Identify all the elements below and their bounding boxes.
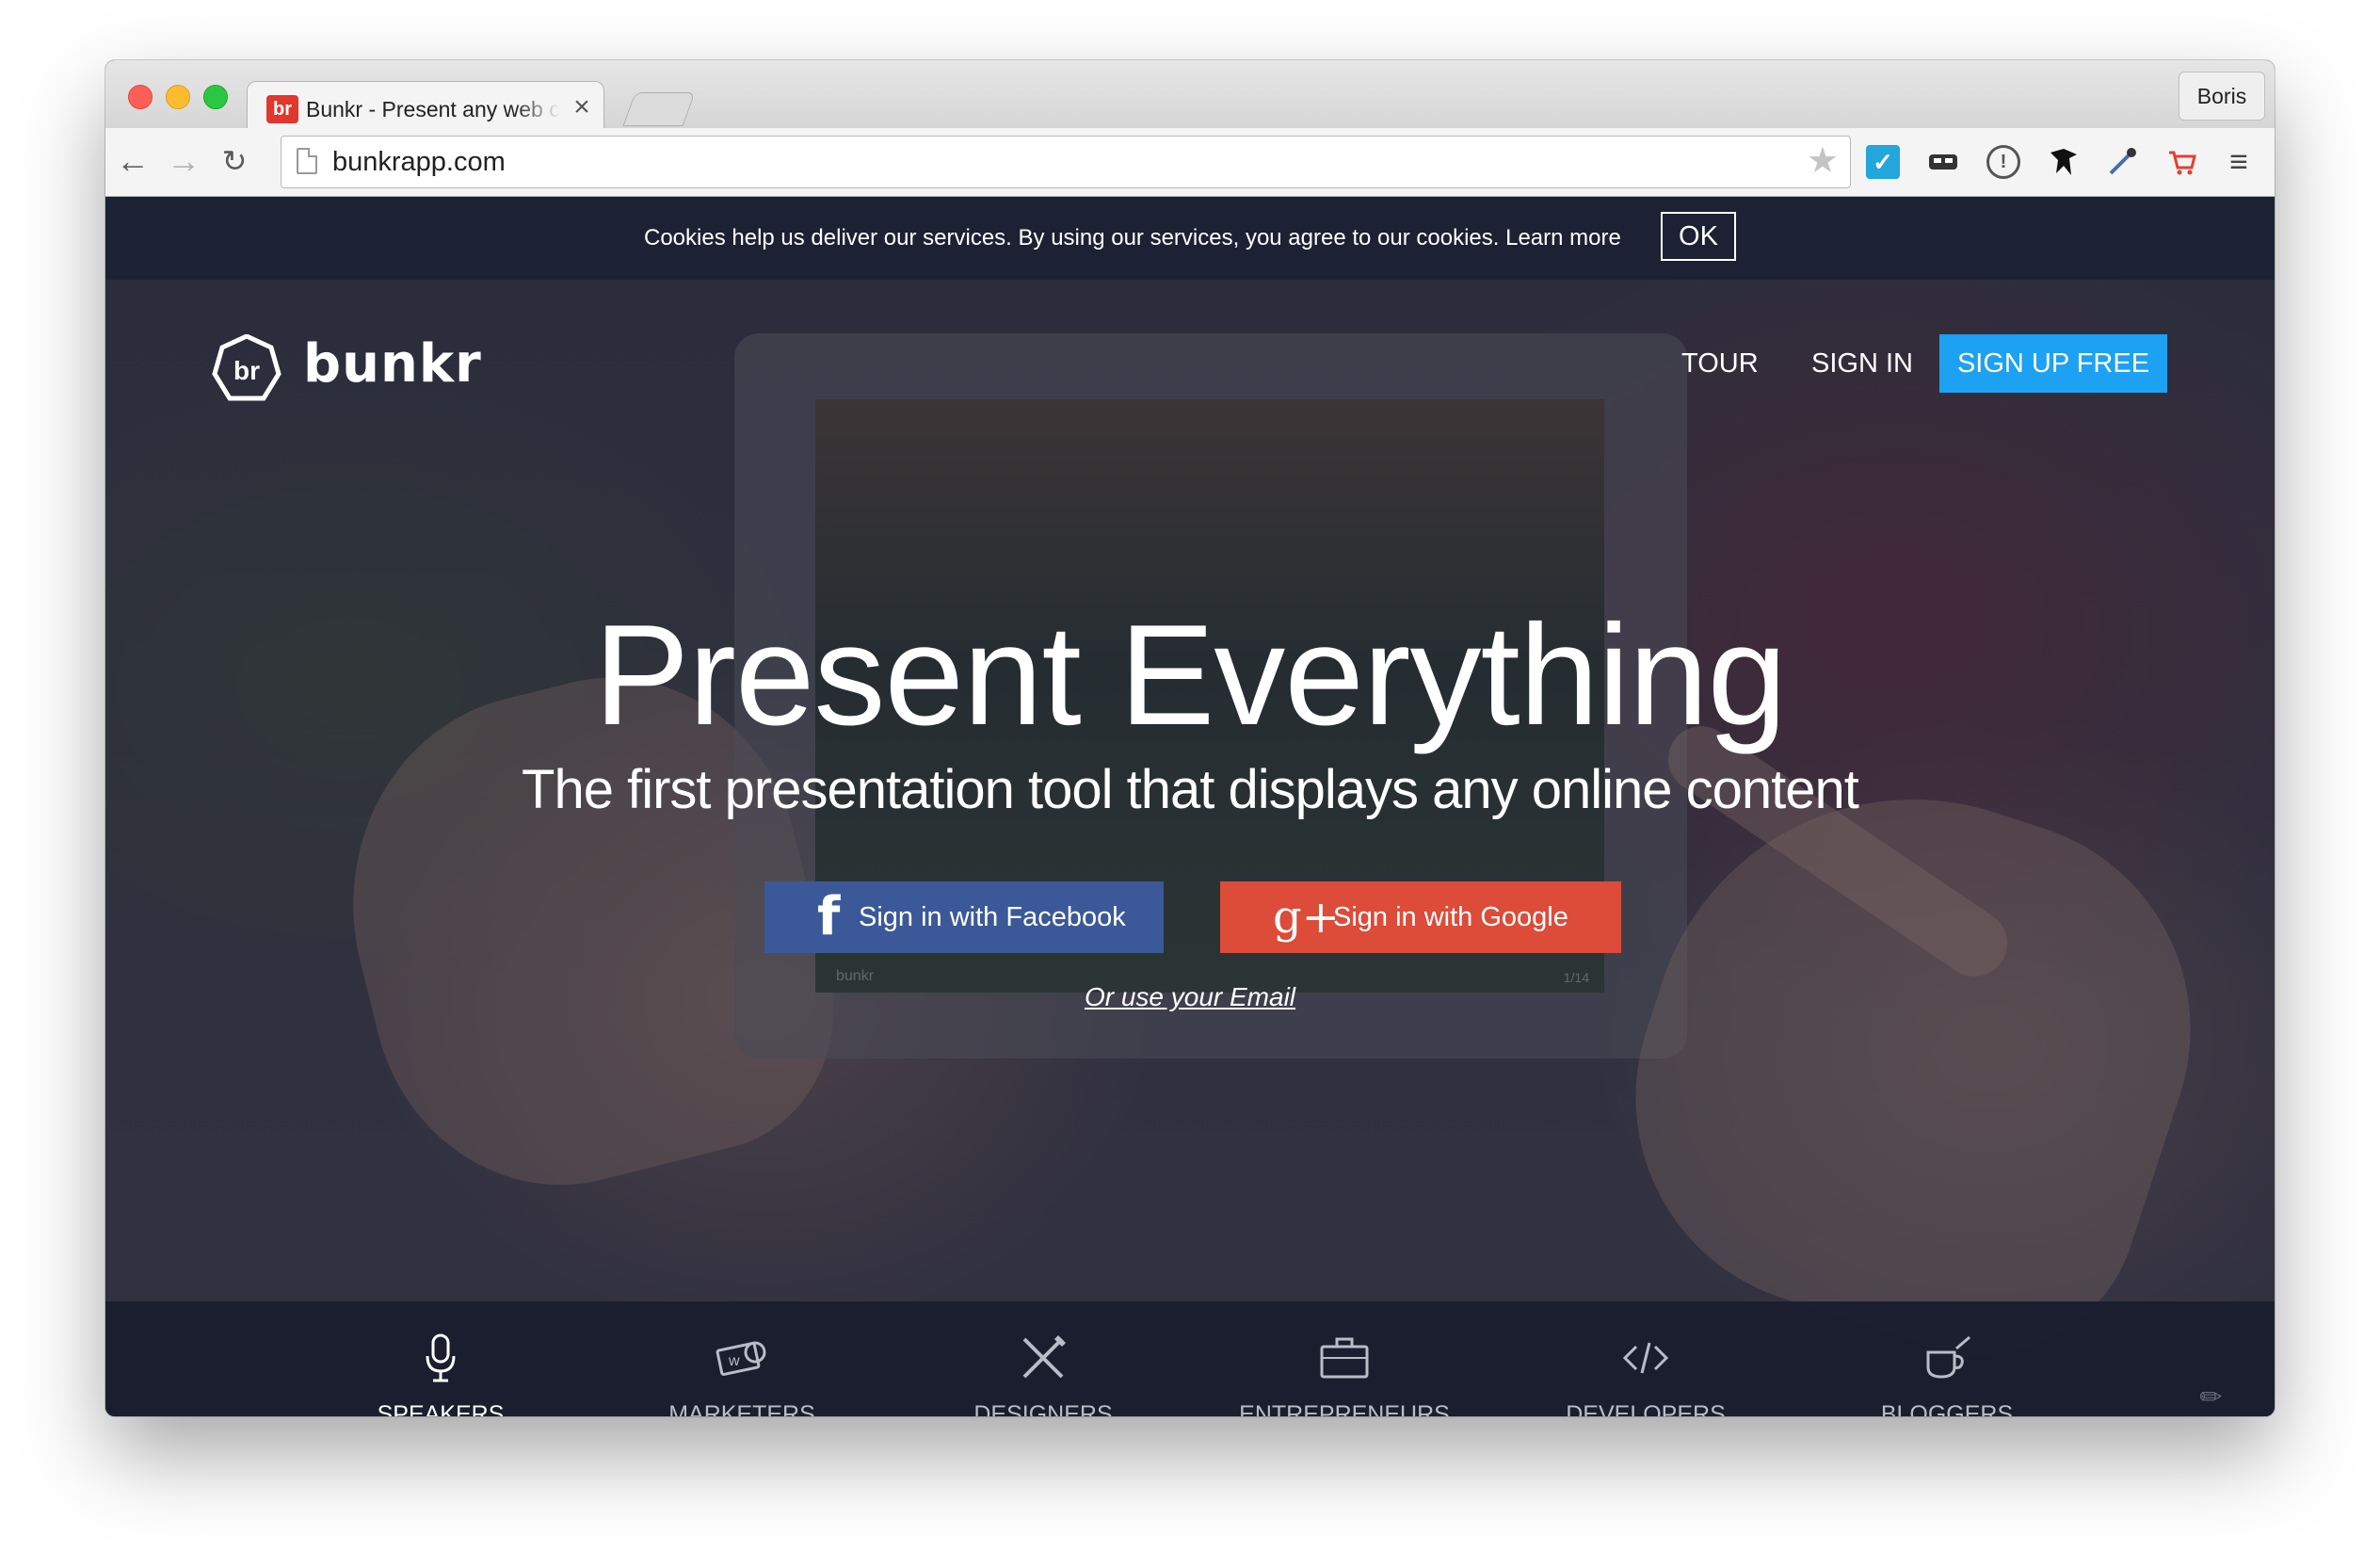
audience-label: SPEAKERS [377, 1401, 505, 1416]
minimize-window-button[interactable] [166, 85, 190, 109]
cart-extension-icon[interactable] [2165, 145, 2199, 179]
audience-label: MARKETERS [668, 1401, 815, 1416]
bunkr-landing-page: bunkr 1/14 Cookies help us deliver our s… [105, 197, 2275, 1416]
close-tab-icon[interactable]: × [568, 91, 596, 123]
zoom-window-button[interactable] [203, 85, 228, 109]
back-arrow-icon[interactable]: ← [111, 139, 154, 183]
audience-marketers[interactable]: w MARKETERS [624, 1330, 860, 1416]
bookmark-star-icon[interactable]: ★ [1807, 142, 1839, 180]
code-icon [1622, 1342, 1669, 1374]
reload-icon[interactable]: ↻ [213, 139, 256, 183]
page-icon [297, 148, 317, 174]
audience-bloggers[interactable]: BLOGGERS [1829, 1330, 2065, 1416]
eyedropper-extension-icon[interactable] [2105, 145, 2139, 179]
bunkr-favicon-icon: br [266, 95, 298, 123]
bunkr-logo-icon[interactable]: br [211, 334, 282, 406]
audience-designers[interactable]: DESIGNERS [925, 1330, 1161, 1416]
audience-speakers[interactable]: SPEAKERS [323, 1330, 558, 1416]
audience-label: ENTREPRENEURS [1239, 1401, 1450, 1416]
url-text[interactable]: bunkrapp.com [332, 144, 506, 180]
audience-label: DEVELOPERS [1566, 1401, 1726, 1416]
design-tools-icon [1022, 1335, 1066, 1379]
forward-arrow-icon[interactable]: → [162, 139, 205, 183]
hero-title: Present Everything [593, 595, 1787, 755]
hero-subtitle: The first presentation tool that display… [522, 759, 1859, 820]
google-button-label: Sign in with Google [1333, 902, 1568, 932]
browser-tab[interactable]: br Bunkr - Present any web content × [247, 81, 604, 131]
tab-title: Bunkr - Present any web content [306, 97, 560, 121]
nav-tour-link[interactable]: TOUR [1681, 332, 1759, 395]
audience-entrepreneurs[interactable]: ENTREPRENEURS [1227, 1330, 1462, 1416]
briefcase-icon [1320, 1337, 1369, 1379]
cookie-banner: Cookies help us deliver our services. By… [105, 197, 2275, 280]
ninja-extension-icon[interactable] [2047, 145, 2081, 179]
google-plus-icon: g+ [1273, 891, 1340, 944]
coffee-cup-icon [1926, 1335, 1970, 1379]
new-tab-button[interactable] [622, 92, 696, 126]
browser-toolbar: ← → ↻ bunkrapp.com ★ ✓ ! ≡ [105, 128, 2275, 197]
mask-extension-icon[interactable] [1926, 145, 1960, 179]
email-link-text[interactable]: Or use your Email [1085, 982, 1295, 1011]
profile-button[interactable]: Boris [2179, 72, 2265, 121]
one-password-extension-icon[interactable]: ! [1986, 145, 2020, 179]
svg-text:w: w [728, 1353, 740, 1369]
close-window-button[interactable] [128, 85, 153, 109]
chrome-menu-icon[interactable]: ≡ [2222, 145, 2256, 179]
money-icon: w [716, 1341, 766, 1377]
google-sign-in-button[interactable]: g+ Sign in with Google [1220, 881, 1621, 953]
cookie-text: Cookies help us deliver our services. By… [644, 225, 1621, 250]
sign-up-free-button[interactable]: SIGN UP FREE [1939, 334, 2167, 393]
audience-developers[interactable]: DEVELOPERS [1528, 1330, 1763, 1416]
audience-bar: SPEAKERS w MARKETERS DESIGNERS ENTREPREN… [105, 1301, 2275, 1416]
facebook-sign-in-button[interactable]: f Sign in with Facebook [764, 881, 1164, 953]
browser-window: br Bunkr - Present any web content × Bor… [105, 60, 2275, 1416]
microphone-icon [426, 1333, 456, 1382]
checkmark-extension-icon[interactable]: ✓ [1866, 145, 1900, 179]
cookie-ok-button[interactable]: OK [1661, 212, 1736, 261]
address-bar[interactable]: bunkrapp.com ★ [281, 136, 1851, 188]
tab-strip: br Bunkr - Present any web content × Bor… [105, 60, 2275, 131]
logo-text[interactable]: bunkr [303, 329, 482, 400]
facebook-button-label: Sign in with Facebook [859, 902, 1126, 932]
email-sign-in-link[interactable]: Or use your Email [105, 977, 2275, 1018]
facebook-icon: f [817, 886, 841, 947]
audience-label: DESIGNERS [973, 1401, 1113, 1416]
logo-mark: br [233, 356, 260, 385]
nav-sign-in-link[interactable]: SIGN IN [1811, 332, 1913, 395]
audience-label: BLOGGERS [1880, 1401, 2014, 1416]
